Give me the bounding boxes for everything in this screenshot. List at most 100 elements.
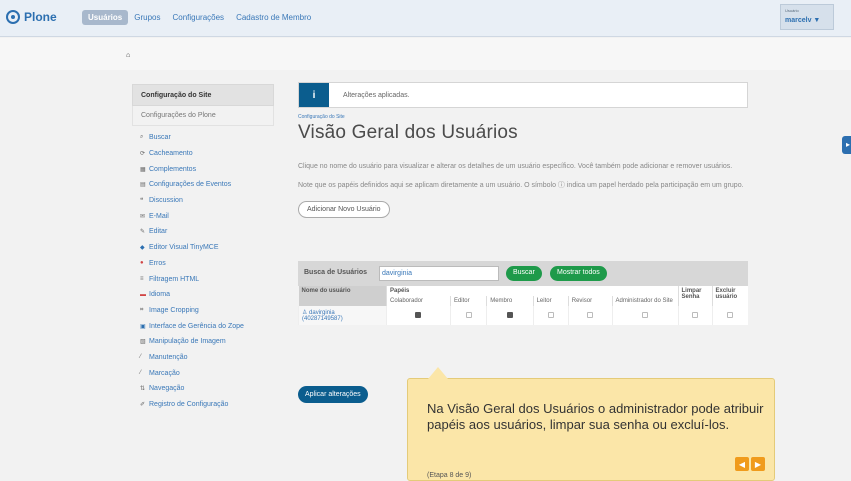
col-username: Nome do usuário [298,286,387,306]
sidebar-header[interactable]: Configuração do Site [132,84,274,106]
sidebar-item-label: Interface de Gerência do Zope [149,322,244,330]
tinymce-icon: ◆ [140,245,145,252]
sidebar-item-complementos[interactable]: ▦ Complementos [140,161,274,177]
plone-logo[interactable]: Plone [6,10,57,24]
tour-tooltip: Na Visão Geral dos Usuários o administra… [407,367,775,481]
edit-icon: ✎ [140,229,146,236]
role-checkbox[interactable] [465,311,472,318]
sidebar-item-imagem[interactable]: ▧ Manipulação de Imagem [140,334,274,350]
sidebar-item-label: E-Mail [149,212,169,220]
markup-icon: ⁄ [140,370,142,377]
tour-prev-button[interactable]: ◀ [735,457,749,471]
user-menu[interactable]: Usuário marcelv ▼ [780,4,834,30]
nav-users[interactable]: Usuários [82,10,129,25]
plone-logo-icon [6,10,20,24]
sidebar-item-tinymce[interactable]: ◆ Editor Visual TinyMCE [140,240,274,256]
search-label: Busca de Usuários [304,269,368,276]
sidebar-item-email[interactable]: ✉ E-Mail [140,208,274,224]
add-user-button[interactable]: Adicionar Novo Usuário [298,201,390,218]
users-table: Nome do usuário Papéis Limpar Senha Excl… [298,286,748,325]
user-id: (40287149587) [302,316,343,322]
edge-toolbar-tab[interactable]: ▸ [842,136,851,154]
mail-icon: ✉ [140,213,146,220]
user-name: marcelv ▼ [785,17,821,24]
roles-note-text: Note que os papéis definidos aqui se apl… [298,182,744,189]
page-title: Visão Geral dos Usuários [298,122,518,143]
role-checkbox[interactable] [642,311,648,318]
role-header: Editor [449,296,487,306]
search-icon: ⌕ [140,134,144,141]
sidebar-item-filtragem[interactable]: ≡ Filtragem HTML [140,271,274,287]
role-header: Leitor [532,296,569,306]
sidebar-item-navegacao[interactable]: ⇅ Navegação [140,381,274,397]
errors-icon: ● [140,260,144,267]
search-button[interactable]: Buscar [506,266,542,281]
sidebar-item-manutencao[interactable]: ⁄ Manutenção [140,350,274,366]
role-cell [486,306,534,325]
user-search-bar: Busca de Usuários davirginia Buscar Most… [298,261,748,286]
sidebar-item-discussion[interactable]: ❝ Discussion [140,193,274,209]
info-icon: i [299,83,329,107]
sidebar-item-label: Image Cropping [149,306,199,314]
role-checkbox[interactable] [587,311,594,318]
sidebar-item-buscar[interactable]: ⌕ Buscar [140,130,274,146]
navigation-icon: ⇅ [140,386,146,393]
sidebar-list: ⌕ Buscar ⟳ Cacheamento ▦ Complementos ▤ Conf… [132,126,274,412]
role-checkbox[interactable] [547,311,554,318]
maintenance-icon: ⁄ [140,354,142,361]
sidebar-item-cacheamento[interactable]: ⟳ Cacheamento [140,146,274,162]
sidebar-item-eventos[interactable]: ▤ Configurações de Eventos [140,177,274,193]
sidebar-item-editar[interactable]: ✎ Editar [140,224,274,240]
delete-user-checkbox[interactable] [727,311,734,318]
sidebar-item-erros[interactable]: ● Erros [140,256,274,272]
breadcrumb: ⌂ [0,38,851,70]
search-input[interactable]: davirginia [379,266,499,281]
sidebar-item-zmi[interactable]: ▣ Interface de Gerência do Zope [140,318,274,334]
sidebar-item-label: Editar [149,228,168,236]
addons-icon: ▦ [140,166,146,173]
tour-nav: ◀ ▶ [735,457,765,471]
nav-groups[interactable]: Grupos [128,10,166,25]
sidebar-item-idioma[interactable]: ▬ Idioma [140,287,274,303]
apply-changes-button[interactable]: Aplicar alterações [298,386,368,403]
sidebar-item-registro[interactable]: ✐ Registro de Configuração [140,397,274,413]
registry-icon: ✐ [140,402,146,409]
tour-step: (Etapa 8 de 9) [427,472,472,479]
image-icon: ▧ [140,339,146,346]
role-checkbox[interactable] [415,311,422,318]
filter-icon: ≡ [140,276,144,283]
nav-member-registration[interactable]: Cadastro de Membro [230,10,317,25]
role-header: Membro [486,296,534,306]
sidebar-item-label: Erros [149,259,166,267]
sidebar-item-label: Idioma [149,291,171,299]
sidebar-item-label: Marcação [149,369,180,377]
site-settings-link[interactable]: Configuração do Site [298,114,748,120]
sidebar-item-label: Discussion [149,197,183,205]
role-cell [532,306,569,325]
nav-settings[interactable]: Configurações [166,10,230,25]
role-header: Administrador do Site [611,296,678,306]
logo-text: Plone [24,10,57,24]
user-menu-caption: Usuário [785,8,799,13]
description-text: Clique no nome do usuário para visualiza… [298,163,733,170]
tour-text: Na Visão Geral dos Usuários o administra… [427,401,764,432]
sidebar-item-label: Manutenção [149,353,188,361]
zmi-icon: ▣ [140,323,146,330]
role-checkbox[interactable] [506,311,513,318]
sidebar-subheader[interactable]: Configurações do Plone [132,106,274,126]
show-all-button[interactable]: Mostrar todos [550,266,607,281]
tour-next-button[interactable]: ▶ [751,457,765,471]
events-icon: ▤ [140,182,146,189]
top-toolbar: Plone Usuários Grupos Configurações Cada… [0,0,851,37]
sidebar-item-label: Complementos [149,165,197,173]
user-name-cell[interactable]: ♙ davirginia (40287149587) [298,306,387,325]
top-nav: Usuários Grupos Configurações Cadastro d… [82,10,317,25]
status-alert: i Alterações aplicadas. [298,82,748,108]
sidebar-item-marcacao[interactable]: ⁄ Marcação [140,365,274,381]
sidebar-item-cropping[interactable]: ⌗ Image Cropping [140,303,274,319]
cache-icon: ⟳ [140,151,146,158]
col-reset-password: Limpar Senha [677,286,712,306]
home-icon[interactable]: ⌂ [126,52,130,59]
reset-password-checkbox[interactable] [692,311,698,318]
table-row: ♙ davirginia (40287149587) [298,306,748,325]
